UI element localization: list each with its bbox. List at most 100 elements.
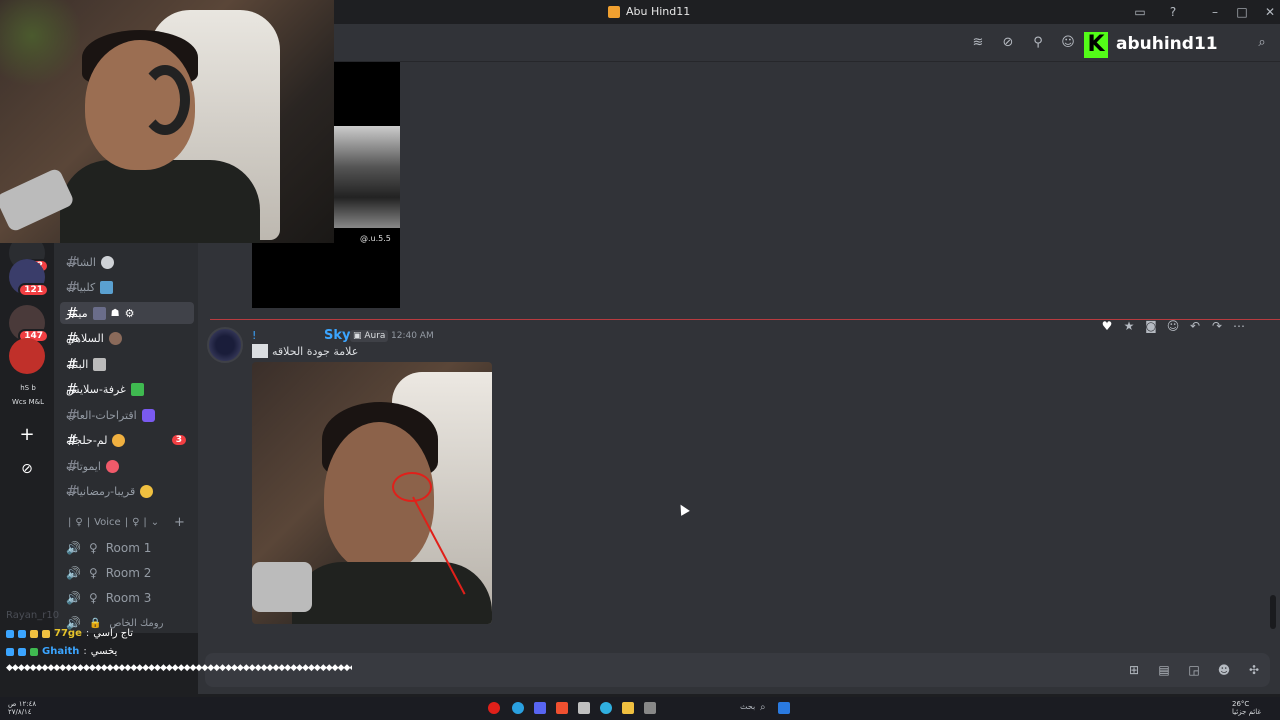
channel-item[interactable]: # البنك xyxy=(60,353,194,375)
more-icon[interactable]: ⋯ xyxy=(1232,319,1246,333)
gift-icon[interactable]: ⊞ xyxy=(1126,662,1142,678)
search-icon[interactable]: ⌕ xyxy=(760,702,772,714)
custom-reaction-icon[interactable]: ◙ xyxy=(1144,319,1158,333)
voice-channel[interactable]: 🔊 ♀ Room 1 xyxy=(66,537,151,559)
taskbar-search[interactable]: بحث xyxy=(740,702,755,711)
message-author[interactable]: Sky xyxy=(324,328,350,343)
stream-channel-name: abuhind11 xyxy=(1116,34,1218,54)
mute-icon[interactable]: ⊘ xyxy=(1000,35,1016,51)
inbox-icon[interactable]: ▭ xyxy=(1132,4,1148,20)
close-icon[interactable]: ✕ xyxy=(1262,4,1278,20)
server-folder[interactable]: hS b Wcs M&L xyxy=(8,381,48,409)
heart-reaction-icon[interactable]: ♥ xyxy=(1100,319,1114,333)
server-icon[interactable]: 147 xyxy=(9,305,49,343)
server-icon[interactable] xyxy=(9,338,45,374)
minimize-icon[interactable]: – xyxy=(1207,4,1223,20)
maximize-icon[interactable]: □ xyxy=(1234,4,1250,20)
channel-emoji-icon xyxy=(92,306,106,320)
gif-icon[interactable]: ▤ xyxy=(1156,662,1172,678)
emoji-icon xyxy=(252,344,268,358)
channel-item[interactable]: # الشات xyxy=(60,251,194,273)
brave-icon[interactable] xyxy=(556,702,568,714)
badge-icon xyxy=(30,647,38,656)
channel-item[interactable]: # كلبيات xyxy=(60,276,194,298)
channel-item[interactable]: # قريبا-رمضانيات xyxy=(60,480,194,502)
hash-icon: # xyxy=(66,278,79,296)
reply-icon[interactable]: ↶ xyxy=(1188,319,1202,333)
add-server-icon[interactable]: + xyxy=(9,416,45,452)
stream-chat-user: Rayan_r10 xyxy=(6,610,60,621)
avatar[interactable] xyxy=(207,327,243,363)
hash-icon: # xyxy=(66,304,79,322)
telegram-icon[interactable] xyxy=(512,702,524,714)
add-reaction-icon[interactable]: ☺ xyxy=(1166,319,1180,333)
stream-chat-text: يخسي xyxy=(90,646,118,657)
star-reaction-icon[interactable]: ★ xyxy=(1122,319,1136,333)
message-input[interactable] xyxy=(205,653,1270,687)
message-actions: ♥ ★ ◙ ☺ ↶ ↷ ⋯ xyxy=(1100,315,1260,337)
message-text: علامة جودة الحلاقه xyxy=(272,344,359,358)
voice-channel-name: Room 1 xyxy=(105,541,152,555)
folder-icon[interactable] xyxy=(622,702,634,714)
guild-tag[interactable]: ▣ Aura xyxy=(350,330,389,342)
hash-icon: # xyxy=(66,406,79,424)
stream-chat-line: Ghaith : يخسي xyxy=(6,646,117,657)
badge-icon xyxy=(6,647,14,656)
hash-icon: # xyxy=(66,457,79,475)
search-icon[interactable]: ⌕ xyxy=(1254,35,1270,51)
sticker-icon[interactable]: ◲ xyxy=(1186,662,1202,678)
mic-icon: ♀ xyxy=(75,517,83,528)
badge-icon xyxy=(6,629,14,638)
separator: : xyxy=(85,628,90,639)
forward-icon[interactable]: ↷ xyxy=(1210,319,1224,333)
server-icon[interactable]: 121 xyxy=(9,259,49,297)
discord-icon[interactable] xyxy=(534,702,546,714)
voice-category[interactable]: | ♀ | Voice | ♀ | ⌄ xyxy=(68,517,159,528)
threads-icon[interactable]: ≋ xyxy=(970,35,986,51)
channel-item[interactable]: # ايموتات xyxy=(60,455,194,477)
channel-item[interactable]: # غرفة-سلايس xyxy=(60,378,194,400)
channel-item[interactable]: # ⚙ ☗ ميمز xyxy=(60,302,194,324)
channel-item[interactable]: # السلاهي xyxy=(60,327,194,349)
stream-chat-user: 77ge xyxy=(54,628,82,639)
server-badge: 121 xyxy=(18,283,49,297)
emoji-icon[interactable]: ☻ xyxy=(1216,662,1232,678)
taskbar-clock: ١٢:٤٨ ص ٢٧/٨/١٤ xyxy=(8,700,37,716)
taskbar xyxy=(0,697,1280,720)
server-icon xyxy=(608,5,620,18)
divider: | xyxy=(143,517,147,528)
chevron-down-icon: ⌄ xyxy=(150,517,160,528)
pin-icon[interactable]: ⚲ xyxy=(1030,35,1046,51)
channel-item[interactable]: #3 لم-حلجك xyxy=(60,429,194,451)
channel-item[interactable]: # اقتراحات-العاب xyxy=(60,404,194,426)
voice-channel[interactable]: 🔊 ♀ Room 3 xyxy=(66,587,151,609)
bank-icon xyxy=(93,357,107,371)
voice-channel[interactable]: 🔊 ♀ Room 2 xyxy=(66,562,151,584)
webcam-plant xyxy=(0,0,80,90)
app-icon[interactable] xyxy=(488,702,500,714)
scrollbar[interactable] xyxy=(1270,595,1276,629)
speaker-icon: 🔊 xyxy=(66,566,81,580)
edge-icon[interactable] xyxy=(600,702,612,714)
app-icon[interactable] xyxy=(578,702,590,714)
help-icon[interactable]: ? xyxy=(1165,4,1181,20)
badge-icon xyxy=(42,629,50,638)
apps-icon[interactable]: ✣ xyxy=(1246,662,1262,678)
settings-icon[interactable]: ⚙ xyxy=(125,307,135,320)
start-icon[interactable] xyxy=(778,702,790,714)
gamepad-icon xyxy=(141,408,155,422)
members-icon[interactable]: ☺ xyxy=(1060,35,1076,51)
hash-icon: # xyxy=(66,431,79,449)
message-image-attachment[interactable] xyxy=(252,362,492,624)
image-mic xyxy=(252,562,312,612)
add-channel-icon[interactable]: + xyxy=(174,515,185,530)
invite-icon[interactable]: ☗ xyxy=(111,308,120,319)
stream-chat-text: تاج راسي xyxy=(93,628,134,639)
webcam-body xyxy=(60,160,260,243)
mic-icon: ♀ xyxy=(88,591,98,605)
shirt-icon xyxy=(130,382,144,396)
app-icon[interactable] xyxy=(644,702,656,714)
mic-icon: ♀ xyxy=(88,566,98,580)
discover-icon[interactable]: ⊘ xyxy=(9,451,45,487)
hash-icon: # xyxy=(66,482,79,500)
